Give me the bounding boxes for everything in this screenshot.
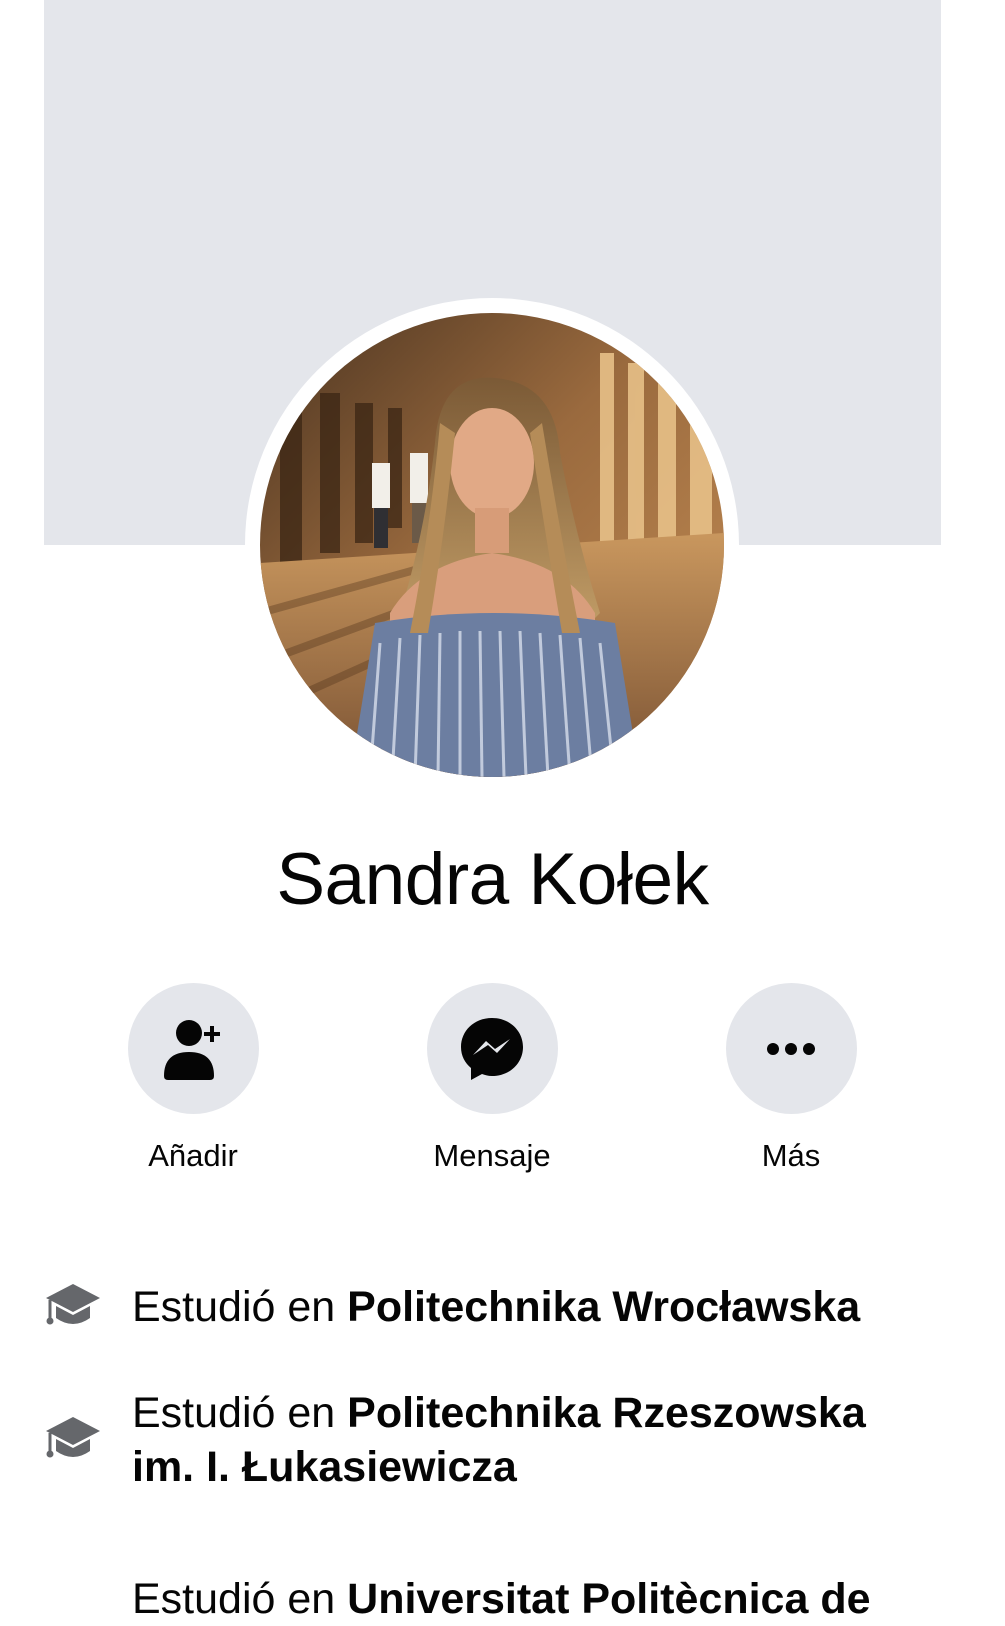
more-button[interactable] [725,983,857,1114]
add-friend-button[interactable] [127,983,259,1114]
add-friend-icon [164,1019,220,1080]
message-action[interactable]: Mensaje [392,983,592,1176]
graduation-cap-icon [46,1284,100,1325]
profile-photo [260,313,724,777]
education-prefix: Estudió en [132,1575,348,1623]
education-text: Estudió en Universitat Politècnica de [132,1572,871,1626]
education-item[interactable]: Estudió en Politechnika Wrocławska [44,1280,965,1334]
profile-name: Sandra Kołek [276,839,709,920]
school-link[interactable]: Universitat Politècnica de [347,1575,870,1623]
school-link[interactable]: Politechnika Wrocławska [347,1283,860,1331]
message-button[interactable] [426,983,558,1114]
education-text: Estudió en Politechnika Rzeszowska im. I… [132,1386,932,1494]
education-item[interactable]: Estudió en Universitat Politècnica de [44,1572,965,1626]
message-label: Mensaje [433,1138,551,1173]
education-item[interactable]: Estudió en Politechnika Rzeszowska im. I… [44,1386,965,1494]
add-friend-label: Añadir [148,1138,238,1173]
more-icon [767,1042,815,1055]
graduation-cap-icon [46,1417,100,1458]
more-label: Más [761,1138,821,1173]
education-text: Estudió en Politechnika Wrocławska [132,1280,860,1334]
profile-avatar[interactable] [260,313,724,777]
education-prefix: Estudió en [132,1389,348,1437]
add-friend-action[interactable]: Añadir [93,983,293,1176]
messenger-icon [461,1017,523,1080]
more-action[interactable]: Más [691,983,891,1176]
education-prefix: Estudió en [132,1283,348,1331]
